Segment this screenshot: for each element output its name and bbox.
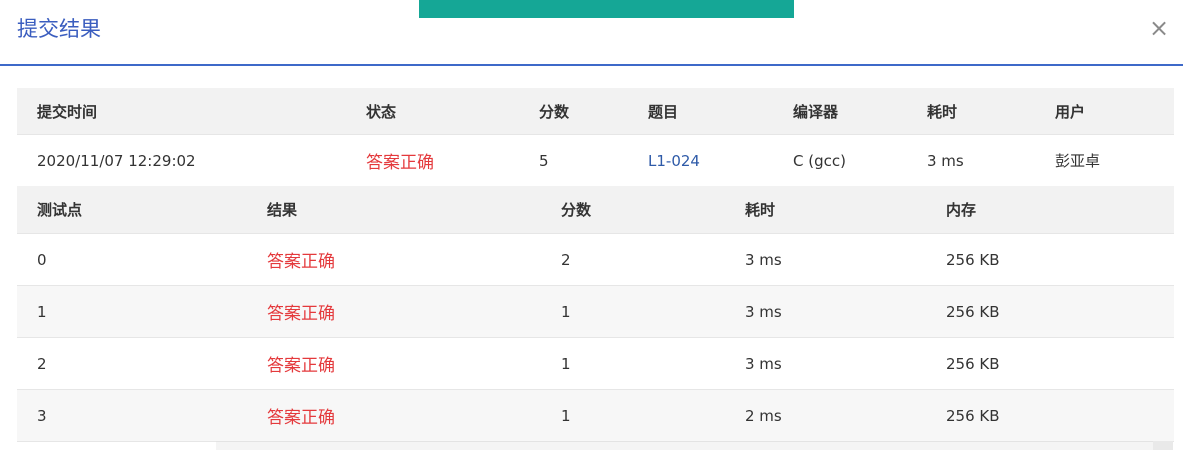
- compiler: C (gcc): [773, 134, 907, 187]
- test-time: 3 ms: [725, 337, 926, 390]
- col-header-submit-time: 提交时间: [17, 88, 346, 135]
- test-time: 3 ms: [725, 285, 926, 338]
- problem-link[interactable]: L1-024: [628, 134, 773, 187]
- duration: 3 ms: [907, 134, 1035, 187]
- test-time: 3 ms: [725, 233, 926, 286]
- col-header-score: 分数: [519, 88, 628, 135]
- horizontal-scrollbar[interactable]: [216, 441, 1173, 450]
- test-memory: 256 KB: [926, 337, 1174, 390]
- col-header-result: 结果: [247, 186, 541, 234]
- dialog-header: 提交结果 ×: [0, 0, 1183, 66]
- test-score: 1: [541, 285, 725, 338]
- col-header-case-time: 耗时: [725, 186, 926, 234]
- test-cases-table: 测试点 结果 分数 耗时 内存 0 答案正确 2 3 ms 256 KB 1 答…: [17, 186, 1174, 442]
- col-header-compiler: 编译器: [773, 88, 907, 135]
- col-header-duration: 耗时: [907, 88, 1035, 135]
- total-score: 5: [519, 134, 628, 187]
- user-name: 彭亚卓: [1035, 134, 1174, 187]
- table-row: 1 答案正确 1 3 ms 256 KB: [17, 285, 1174, 338]
- test-point-id: 3: [17, 389, 247, 442]
- status-badge: 答案正确: [346, 134, 519, 187]
- cases-header-row: 测试点 结果 分数 耗时 内存: [17, 186, 1174, 234]
- submission-result-dialog: 提交结果 × 提交时间 状态 分数 题目 编译器 耗时 用户 2020/11/0…: [0, 0, 1183, 450]
- table-row: 0 答案正确 2 3 ms 256 KB: [17, 233, 1174, 286]
- test-memory: 256 KB: [926, 389, 1174, 442]
- summary-row: 2020/11/07 12:29:02 答案正确 5 L1-024 C (gcc…: [17, 134, 1174, 187]
- col-header-memory: 内存: [926, 186, 1174, 234]
- col-header-problem: 题目: [628, 88, 773, 135]
- dialog-title: 提交结果: [17, 17, 101, 41]
- col-header-user: 用户: [1035, 88, 1174, 135]
- test-point-id: 2: [17, 337, 247, 390]
- test-memory: 256 KB: [926, 233, 1174, 286]
- submission-summary-table: 提交时间 状态 分数 题目 编译器 耗时 用户 2020/11/07 12:29…: [17, 88, 1174, 187]
- test-score: 2: [541, 233, 725, 286]
- test-result: 答案正确: [247, 233, 541, 286]
- test-point-id: 1: [17, 285, 247, 338]
- test-time: 2 ms: [725, 389, 926, 442]
- test-result: 答案正确: [247, 337, 541, 390]
- summary-header-row: 提交时间 状态 分数 题目 编译器 耗时 用户: [17, 88, 1174, 135]
- test-result: 答案正确: [247, 285, 541, 338]
- col-header-test-point: 测试点: [17, 186, 247, 234]
- test-score: 1: [541, 337, 725, 390]
- col-header-case-score: 分数: [541, 186, 725, 234]
- test-point-id: 0: [17, 233, 247, 286]
- scrollbar-corner: [1153, 441, 1173, 450]
- test-result: 答案正确: [247, 389, 541, 442]
- test-memory: 256 KB: [926, 285, 1174, 338]
- submit-time: 2020/11/07 12:29:02: [17, 134, 346, 187]
- close-icon[interactable]: ×: [1147, 14, 1171, 42]
- test-score: 1: [541, 389, 725, 442]
- table-row: 3 答案正确 1 2 ms 256 KB: [17, 389, 1174, 442]
- col-header-status: 状态: [346, 88, 519, 135]
- table-row: 2 答案正确 1 3 ms 256 KB: [17, 337, 1174, 390]
